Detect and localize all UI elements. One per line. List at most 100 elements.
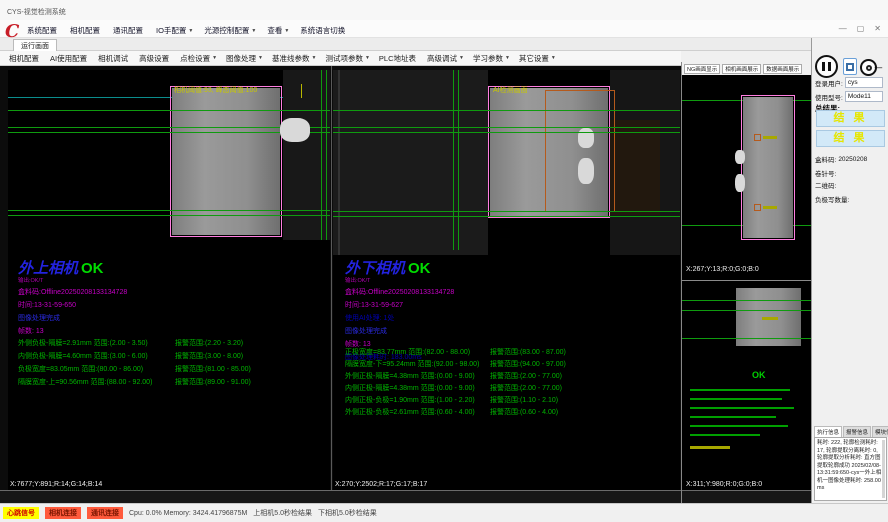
toolbar-item-label: 图像处理 — [226, 53, 256, 64]
app-window: CYS-视觉检测系统 C 系统配置 相机配置 通讯配置 IO手配置▼ 光源控制配… — [0, 0, 888, 522]
toolbar-item[interactable]: 高级调试▼ — [427, 53, 464, 64]
close-button[interactable]: ✕ — [874, 24, 881, 33]
measurement-list: 正极宽度=83.77mm 范围:(82.00 - 88.00) 报警范围:(83… — [345, 346, 566, 418]
toolbar: 相机配置 AI使用配置 相机调试 高级设置 点检设置▼ 图像处理▼ 基准线参数▼… — [0, 51, 681, 66]
menu-item[interactable]: IO手配置▼ — [156, 25, 193, 36]
measurement-value: 内侧正极-隔膜=4.38mm 范围:(0.00 - 9.00) — [345, 383, 490, 393]
blurred-text-line — [690, 398, 782, 400]
model-field[interactable]: Mode11 — [845, 91, 883, 102]
menu-item[interactable]: 通讯配置 — [113, 25, 145, 36]
qr-code-label: 二维码: — [815, 180, 836, 190]
measurement-value: 隔膜宽度-下=95.24mm 范围:(92.00 - 98.00) — [345, 359, 490, 369]
menu-item[interactable]: 查看▼ — [267, 25, 289, 36]
menu-item[interactable]: 光源控制配置▼ — [204, 25, 256, 36]
toolbar-item-label: 高级调试 — [427, 53, 457, 64]
pause-icon — [828, 62, 831, 71]
menu-item[interactable]: 相机配置 — [70, 25, 102, 36]
menu-item-label: 相机配置 — [70, 25, 100, 36]
toolbar-item-label: 高级设置 — [139, 53, 169, 64]
overlay-line — [458, 70, 459, 250]
login-row: 登录用户: cys — [815, 77, 883, 88]
overlay-line — [333, 110, 680, 111]
detect-marker — [754, 134, 761, 141]
overlay-line — [682, 310, 811, 311]
camera-connect-badge: 相机连接 — [45, 507, 81, 519]
mini-view-tab[interactable]: 相机画面展示 — [722, 64, 761, 74]
mini-view-tab[interactable]: NG画面显示 — [684, 64, 720, 74]
alarm-range: 报警范围:(2.00 - 77.00) — [490, 371, 562, 381]
machine-part — [610, 120, 660, 215]
measurement-value: 外侧正极-负极=2.61mm 范围:(0.60 - 4.00) — [345, 407, 490, 417]
toolbar-item[interactable]: 相机配置 — [9, 53, 41, 64]
measurement-row: 负极宽度=83.05mm 范围:(80.00 - 86.00) 报警范围:(81… — [18, 362, 251, 375]
toolbar-item[interactable]: 其它设置▼ — [519, 53, 556, 64]
result-status: OK — [408, 260, 431, 277]
back-button[interactable]: ← — [872, 58, 885, 73]
overlay-line — [682, 300, 811, 301]
threshold-overlay-label: 相机阈值:93, 峰态阈值:100 — [174, 85, 257, 95]
barcode-line: 盒料码:Offline20250208133134728 — [345, 287, 454, 297]
result-status: OK — [81, 260, 104, 277]
reflection-spot — [578, 128, 594, 148]
tab-bar: 运行画面 — [0, 38, 811, 51]
overlay-marker — [301, 84, 302, 98]
stats-tab[interactable]: 报警信息 — [843, 426, 871, 437]
pause-button[interactable] — [815, 55, 838, 78]
toolbar-item[interactable]: 测试项参数▼ — [325, 53, 369, 64]
upper-result-button[interactable]: 结 果 — [816, 110, 885, 127]
toolbar-item[interactable]: 相机调试 — [98, 53, 130, 64]
overlay-line — [333, 127, 680, 128]
model-row: 使用型号: Mode11 — [815, 91, 883, 102]
toolbar-item[interactable]: 点检设置▼ — [180, 53, 217, 64]
menu-item[interactable]: 系统配置 — [27, 25, 59, 36]
toolbar-item[interactable]: PLC地址表 — [379, 53, 418, 64]
measurement-value: 隔膜宽度-上=90.56mm 范围:(88.00 - 92.00) — [18, 377, 175, 387]
measurement-row: 内侧正极-负极=1.90mm 范围:(1.00 - 2.20) 报警范围:(1.… — [345, 394, 566, 406]
measurement-value: 内侧负极-隔膜=4.60mm 范围:(3.00 - 6.00) — [18, 351, 175, 361]
machine-edge — [338, 70, 340, 255]
measurement-row: 内侧正极-隔膜=4.38mm 范围:(0.00 - 9.00) 报警范围:(2.… — [345, 382, 566, 394]
reflection-spot — [735, 150, 745, 164]
login-label: 登录用户: — [815, 78, 843, 88]
menu-item-label: 系统语言切换 — [300, 25, 345, 36]
blurred-label — [763, 206, 777, 209]
mini-view-tab[interactable]: 数据画面展示 — [763, 64, 802, 74]
alarm-range: 报警范围:(89.00 - 91.00) — [175, 377, 251, 387]
minimize-button[interactable]: — — [839, 24, 847, 33]
camera-tool-button[interactable] — [843, 58, 857, 75]
scrollbar[interactable] — [882, 440, 885, 498]
toolbar-item[interactable]: 高级设置 — [139, 53, 171, 64]
upper-result-block: 外上相机OK 输出:OK/T 盒料码:Offline20250208133134… — [18, 257, 127, 336]
toolbar-item[interactable]: 基准线参数▼ — [272, 53, 316, 64]
window-title: CYS-视觉检测系统 — [7, 7, 66, 17]
control-sidebar: ← 登录用户: cys 使用型号: Mode11 总结果: 结 果 结 果 盒料… — [811, 38, 888, 503]
menu-item-label: IO手配置 — [156, 25, 186, 36]
alarm-range: 报警范围:(81.00 - 85.00) — [175, 364, 251, 374]
toolbar-item-label: PLC地址表 — [379, 53, 416, 64]
blurred-text-line — [690, 425, 788, 427]
measurement-row: 外侧正极-隔膜=4.38mm 范围:(0.00 - 9.00) 报警范围:(2.… — [345, 370, 566, 382]
stats-log[interactable]: 耗时: 222, 轮廓检测耗时: 17, 轮廓提取分离耗时: 0, 轮廓提取分析… — [814, 437, 887, 501]
time-line: 时间:13-31-59-650 — [18, 300, 127, 310]
pixel-coords-readout: X:270;Y:2502;R:17;G:17;B:17 — [335, 481, 427, 488]
barcode-line: 盒料码:Offline20250208133134728 — [18, 287, 127, 297]
stats-tab[interactable]: 执行信息 — [814, 426, 842, 437]
maximize-button[interactable]: ▢ — [857, 24, 865, 33]
toolbar-item[interactable]: 学习参数▼ — [473, 53, 510, 64]
alarm-range: 报警范围:(0.60 - 4.00) — [490, 407, 558, 417]
cpu-memory-readout: Cpu: 0.0% Memory: 3424.41796875M — [129, 510, 247, 517]
process-done-line: 图像处理完成 — [345, 326, 454, 336]
chevron-down-icon: ▼ — [459, 55, 464, 61]
menu-item[interactable]: 系统语言切换 — [300, 25, 347, 36]
blurred-text-line — [690, 407, 794, 409]
toolbar-item[interactable]: 图像处理▼ — [226, 53, 263, 64]
toolbar-item[interactable]: AI使用配置 — [50, 53, 89, 64]
pixel-coords-readout: X:267;Y:13;R:0;G:0;B:0 — [686, 266, 759, 273]
overlay-line — [8, 110, 330, 111]
login-user-field[interactable]: cys — [845, 77, 883, 88]
measurement-value: 外侧负极-隔膜=2.91mm 范围:(2.00 - 3.50) — [18, 338, 175, 348]
process-done-line: 图像处理完成 — [18, 313, 127, 323]
stats-tab[interactable]: 模块信息 — [872, 426, 888, 437]
lower-result-button[interactable]: 结 果 — [816, 130, 885, 147]
overlay-line — [333, 216, 680, 217]
